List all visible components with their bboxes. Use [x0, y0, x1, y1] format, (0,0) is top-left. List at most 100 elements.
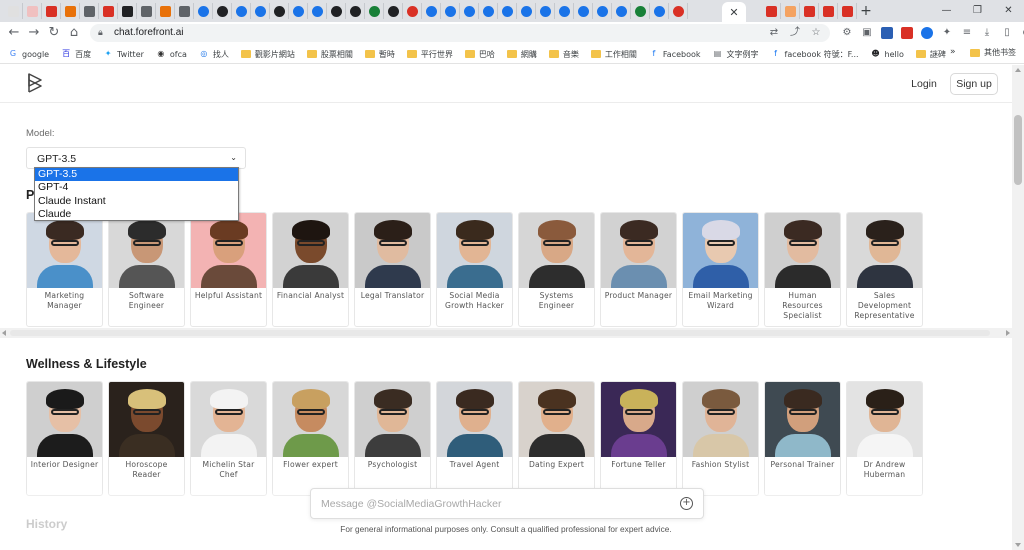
download-icon[interactable]: ⤓	[980, 25, 994, 41]
tab-favicon-icon[interactable]	[650, 3, 669, 19]
forward-arrow-icon[interactable]: →	[26, 25, 42, 41]
tab-favicon-icon[interactable]	[819, 3, 838, 19]
tab-favicon-icon[interactable]	[251, 3, 270, 19]
tab-favicon-icon[interactable]	[365, 3, 384, 19]
login-button[interactable]: Login	[904, 73, 944, 95]
reload-icon[interactable]: ↻	[46, 25, 62, 41]
persona-card[interactable]: Dr Andrew Huberman	[846, 381, 923, 496]
model-option[interactable]: Claude	[35, 208, 238, 221]
vertical-scroll-thumb[interactable]	[1014, 115, 1022, 185]
persona-card[interactable]: Personal Trainer	[764, 381, 841, 496]
tab-favicon-icon[interactable]	[23, 3, 42, 19]
bookmark-item[interactable]: 平行世界	[406, 49, 453, 60]
bookmark-item[interactable]: Ggoogle	[8, 49, 49, 59]
model-option[interactable]: Claude Instant	[35, 195, 238, 208]
close-window-button[interactable]: ✕	[993, 0, 1024, 22]
tab-favicon-icon[interactable]	[99, 3, 118, 19]
bookmarks-overflow-icon[interactable]: »	[950, 47, 956, 57]
tab-favicon-icon[interactable]	[669, 3, 688, 19]
signup-button[interactable]: Sign up	[950, 73, 998, 95]
tab-favicon-icon[interactable]	[536, 3, 555, 19]
bookmark-item[interactable]: ◉ ofca	[156, 49, 187, 59]
bookmark-item[interactable]: 網購	[506, 49, 537, 60]
home-icon[interactable]: ⌂	[66, 25, 82, 41]
bookmark-item[interactable]: f Facebook	[649, 49, 701, 59]
persona-card[interactable]: Fashion Stylist	[682, 381, 759, 496]
vertical-scrollbar[interactable]	[1012, 65, 1024, 550]
active-tab[interactable]: ✕	[722, 2, 746, 22]
scroll-left-icon[interactable]	[2, 330, 6, 336]
persona-card[interactable]: Product Manager	[600, 212, 677, 327]
extension-icon[interactable]	[880, 25, 894, 41]
tab-favicon-icon[interactable]	[213, 3, 232, 19]
new-tab-button[interactable]: +	[858, 3, 874, 19]
persona-card[interactable]: Helpful Assistant	[190, 212, 267, 327]
scroll-down-icon[interactable]	[1015, 543, 1021, 547]
tab-favicon-icon[interactable]	[593, 3, 612, 19]
model-select[interactable]: GPT-3.5 ⌄	[26, 147, 246, 169]
horizontal-scrollbar[interactable]	[0, 328, 1012, 338]
bookmark-item[interactable]: 謎碑	[915, 49, 946, 60]
tab-favicon-icon[interactable]	[574, 3, 593, 19]
tab-favicon-icon[interactable]	[232, 3, 251, 19]
persona-card[interactable]: Travel Agent	[436, 381, 513, 496]
tab-favicon-icon[interactable]	[781, 3, 800, 19]
minimize-button[interactable]: —	[931, 0, 962, 22]
persona-card[interactable]: Social Media Growth Hacker	[436, 212, 513, 327]
bookmark-item[interactable]: ☻ hello	[871, 49, 904, 59]
add-plus-icon[interactable]: +	[680, 497, 693, 510]
tab-favicon-icon[interactable]	[61, 3, 80, 19]
bookmark-item[interactable]: f facebook 符號：F...	[771, 49, 858, 60]
persona-card[interactable]: Sales Development Representative	[846, 212, 923, 327]
close-tab-icon[interactable]: ✕	[729, 6, 738, 19]
model-option[interactable]: GPT-3.5	[35, 168, 238, 182]
bookmark-item[interactable]: 巴哈	[464, 49, 495, 60]
tab-favicon-icon[interactable]	[612, 3, 631, 19]
persona-card[interactable]: Systems Engineer	[518, 212, 595, 327]
bookmark-item[interactable]: 音樂	[548, 49, 579, 60]
tab-favicon-icon[interactable]	[175, 3, 194, 19]
forefront-logo-icon[interactable]	[26, 72, 44, 94]
extension-icon[interactable]: ⚙	[840, 25, 854, 41]
tab-favicon-icon[interactable]	[308, 3, 327, 19]
menu-list-icon[interactable]: ≡	[960, 25, 974, 41]
tab-favicon-icon[interactable]	[42, 3, 61, 19]
persona-card[interactable]: Financial Analyst	[272, 212, 349, 327]
tab-favicon-icon[interactable]	[555, 3, 574, 19]
tab-favicon-icon[interactable]	[270, 3, 289, 19]
tab-favicon-icon[interactable]	[80, 3, 99, 19]
persona-card[interactable]: Dating Expert	[518, 381, 595, 496]
back-arrow-icon[interactable]: ←	[6, 25, 22, 41]
tab-favicon-icon[interactable]	[762, 3, 781, 19]
persona-card[interactable]: Software Engineer	[108, 212, 185, 327]
persona-card[interactable]: Flower expert	[272, 381, 349, 496]
address-bar[interactable]: 🔒︎ chat.forefront.ai ⇄ ⤴ ☆	[90, 24, 830, 42]
puzzle-icon[interactable]: ✦	[940, 25, 954, 41]
tab-favicon-icon[interactable]	[498, 3, 517, 19]
tab-favicon-icon[interactable]	[384, 3, 403, 19]
horizontal-scroll-thumb[interactable]	[10, 330, 990, 336]
tab-favicon-icon[interactable]	[441, 3, 460, 19]
persona-card[interactable]: Marketing Manager	[26, 212, 103, 327]
persona-card[interactable]: Psychologist	[354, 381, 431, 496]
share-icon[interactable]: ⤴	[789, 26, 801, 40]
bookmark-item[interactable]: 百百度	[61, 49, 91, 60]
profile-icon[interactable]: ●	[1020, 25, 1024, 41]
tab-favicon-icon[interactable]	[156, 3, 175, 19]
bookmark-item[interactable]: 股票相關	[306, 49, 353, 60]
bookmark-item[interactable]: 暫時	[364, 49, 395, 60]
bookmark-item[interactable]: ✦ Twitter	[103, 49, 144, 59]
tab-favicon-icon[interactable]	[800, 3, 819, 19]
message-input-placeholder[interactable]: Message @SocialMediaGrowthHacker	[321, 498, 501, 510]
extension-icon[interactable]	[920, 25, 934, 41]
url-text[interactable]: chat.forefront.ai	[114, 24, 183, 42]
tab-favicon-icon[interactable]	[838, 3, 857, 19]
persona-card[interactable]: Horoscope Reader	[108, 381, 185, 496]
persona-card[interactable]: Email Marketing Wizard	[682, 212, 759, 327]
tab-favicon-icon[interactable]	[631, 3, 650, 19]
bookmark-item[interactable]: ◎ 找人	[199, 49, 229, 60]
bookmark-star-icon[interactable]: ☆	[810, 26, 822, 40]
scroll-right-icon[interactable]	[1006, 330, 1010, 336]
translate-icon[interactable]: ⇄	[768, 26, 780, 40]
persona-card[interactable]: Fortune Teller	[600, 381, 677, 496]
